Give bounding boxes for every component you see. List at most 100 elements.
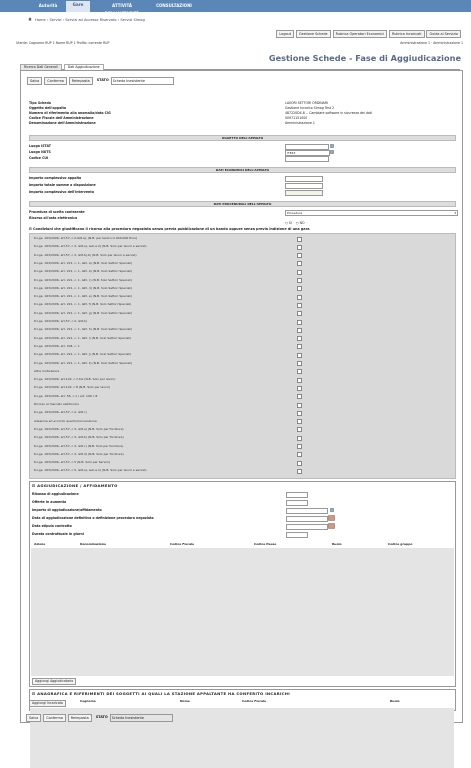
- condizione-checkbox[interactable]: [297, 336, 302, 342]
- add-aggiudicatario-button[interactable]: Aggiungi Aggiudicatario: [32, 678, 77, 685]
- add-incaricato-button[interactable]: Aggiungi Incaricato: [29, 700, 66, 707]
- condizione-checkbox[interactable]: [297, 385, 302, 391]
- col-header: Codice gruppo: [388, 542, 413, 546]
- guida-button[interactable]: Guida al Servizio: [426, 30, 461, 38]
- condizione-checkbox[interactable]: [297, 369, 302, 375]
- condizione-checkbox[interactable]: [297, 286, 302, 292]
- importo-aggiudicazione-input[interactable]: [286, 508, 328, 514]
- condizione-checkbox[interactable]: [297, 319, 302, 325]
- nav-tab-gare[interactable]: Gare: [66, 1, 90, 12]
- nav-tab-autorita[interactable]: Autorità: [34, 2, 62, 10]
- ribasso-input[interactable]: [286, 492, 308, 498]
- data-aggiudicazione-label: Data di aggiudicazione definitiva o defi…: [32, 516, 154, 520]
- top-navigation: Autorità Gare ATTIVITÀ DELL'AUTORITÀ CON…: [0, 0, 471, 16]
- stato-label: STATO: [95, 715, 108, 719]
- lookup-icon[interactable]: [330, 144, 334, 148]
- codice-cui-input[interactable]: [285, 156, 329, 162]
- condizione-checkbox[interactable]: [297, 435, 302, 441]
- condizione-checkbox[interactable]: [297, 327, 302, 333]
- condizione-checkbox[interactable]: [297, 269, 302, 275]
- asta-label: Ricorso all'asta elettronica: [29, 216, 78, 220]
- condizione-checkbox[interactable]: [297, 294, 302, 300]
- conferma-button[interactable]: Conferma: [43, 714, 66, 722]
- condizione-label: D.Lgs. 163/2006, art. 221, c. 1, lett. b…: [34, 269, 133, 274]
- nav-tab-attivita[interactable]: ATTIVITÀ DELL'AUTORITÀ: [96, 2, 148, 16]
- offerte-aumento-input[interactable]: [286, 500, 308, 506]
- rubrica-operatori-button[interactable]: Rubrica Operatori Economici: [332, 30, 388, 38]
- condizione-checkbox[interactable]: [297, 261, 302, 267]
- condizione-row: D.Lgs. 163/2006, art. 221, c. 1, lett. f…: [30, 302, 455, 308]
- gestione-schede-button[interactable]: Gestione Schede: [296, 30, 331, 38]
- condizione-row: D.Lgs. 163/2006, art.57, c.5 (N.B. Solo …: [30, 460, 455, 466]
- condizione-checkbox[interactable]: [297, 311, 302, 317]
- condizione-checkbox[interactable]: [297, 244, 302, 250]
- condizione-label: D.Lgs. 163/2006, art. 221, c. 1, lett. c…: [34, 277, 132, 282]
- condizione-row: D.Lgs. 163/2006, art.57, c.5, lett.a), s…: [30, 468, 455, 474]
- condizione-checkbox[interactable]: [297, 278, 302, 283]
- condizione-row: D.Lgs. 163/2006, art.122, c.7-bis (N.B. …: [30, 377, 455, 383]
- condizione-checkbox[interactable]: [297, 427, 302, 433]
- page-title: Gestione Schede - Fase di Aggiudicazione: [268, 53, 461, 63]
- importo-somme-input[interactable]: [285, 183, 323, 189]
- col-header: Azione: [34, 542, 46, 546]
- condizione-checkbox[interactable]: [297, 444, 302, 449]
- salva-button[interactable]: Salva: [26, 714, 42, 722]
- condizione-checkbox[interactable]: [297, 236, 302, 242]
- data-aggiudicazione-input[interactable]: [286, 516, 328, 522]
- reimposta-button[interactable]: Reimposta: [68, 77, 93, 85]
- condizione-checkbox[interactable]: [297, 468, 302, 474]
- asta-radio-no[interactable]: ○ NO: [296, 221, 305, 225]
- condizione-row: D.Lgs. 163/2006, art. 221, c. 1, lett. a…: [30, 261, 455, 267]
- condizione-row: D.Lgs. 163/2006, art. 221, c. 1, lett. g…: [30, 310, 455, 317]
- calculator-icon[interactable]: [330, 508, 334, 512]
- importo-intervento-input[interactable]: [285, 190, 323, 196]
- aggiudicazione-section: ⊟ AGGIUDICAZIONE / AFFIDAMENTO Ribasso d…: [29, 481, 456, 687]
- condizione-checkbox[interactable]: [297, 352, 302, 358]
- condizione-label: D.Lgs. 163/2006, art. 221, c. 1, lett. g…: [34, 310, 133, 315]
- condizione-checkbox[interactable]: [297, 452, 302, 458]
- condizione-checkbox[interactable]: [297, 419, 302, 425]
- info-label: Oggetto dell'appalto: [29, 106, 67, 110]
- condizione-checkbox[interactable]: [297, 460, 302, 466]
- nav-tab-consultazioni[interactable]: CONSULTAZIONI: [154, 2, 194, 10]
- incaricati-title-text: ANAGRAFICA E RIFERIMENTI DEI SOGGETTI AI…: [37, 691, 290, 696]
- condizione-label: D.Lgs. 163/2006, art.57, c.3, lett.b) (N…: [34, 435, 124, 440]
- action-bar-top: Salva Conferma Reimposta STATO Scheda In…: [27, 77, 174, 85]
- lookup-icon[interactable]: [330, 150, 334, 154]
- condizione-checkbox[interactable]: [297, 394, 302, 400]
- data-stipula-input[interactable]: [286, 524, 328, 530]
- aggiudicazione-title: ⊟ AGGIUDICAZIONE / AFFIDAMENTO: [32, 483, 118, 488]
- condizione-checkbox[interactable]: [297, 253, 302, 259]
- breadcrumb-riservato[interactable]: Servizi ad Accesso Riservato: [65, 18, 116, 22]
- breadcrumb-simog[interactable]: Servizi Simog: [120, 18, 144, 22]
- condizione-row: D.Lgs. 163/2006, art. 56, c.1 / art. 106…: [30, 394, 455, 400]
- reimposta-button[interactable]: Reimposta: [67, 714, 92, 722]
- calendar-icon[interactable]: [328, 523, 335, 529]
- condizione-row: D.Lgs. 163/2006, art. 204, c. 1: [30, 344, 455, 350]
- user-info: Utente: Cognome RUP 1 Nome RUP 1 Profilo…: [16, 41, 110, 45]
- asta-radio-group: ○ SI ○ NO: [285, 221, 304, 225]
- procedura-select[interactable]: Procedura ▾: [285, 210, 458, 216]
- condizione-checkbox[interactable]: [297, 402, 302, 408]
- asta-radio-si[interactable]: ○ SI: [285, 221, 292, 225]
- importo-appalto-input[interactable]: [285, 176, 323, 182]
- calendar-icon[interactable]: [328, 515, 335, 521]
- conferma-button[interactable]: Conferma: [44, 77, 67, 85]
- durata-input[interactable]: [286, 532, 308, 538]
- condizione-row: D.Lgs. 163/2006, art. 221, c. 1, lett. c…: [30, 278, 455, 283]
- col-header: Denominazione: [80, 542, 107, 546]
- condizione-label: Ricorso al mercato elettronico: [34, 402, 80, 406]
- condizione-checkbox[interactable]: [297, 344, 302, 350]
- col-header: Cognome: [80, 699, 96, 703]
- rubrica-incaricati-button[interactable]: Rubrica Incaricati: [389, 30, 425, 38]
- condizione-checkbox[interactable]: [297, 361, 302, 366]
- condizione-checkbox[interactable]: [297, 302, 302, 308]
- breadcrumb-servizi[interactable]: Servizi: [50, 18, 62, 22]
- logout-button[interactable]: Logout: [276, 30, 295, 38]
- salva-button[interactable]: Salva: [27, 77, 43, 85]
- stato-value: Scheda Inesistente: [109, 714, 173, 722]
- condizione-checkbox[interactable]: [297, 377, 302, 383]
- condizione-checkbox[interactable]: [297, 410, 302, 416]
- breadcrumb-home[interactable]: Home: [35, 18, 46, 22]
- condizione-row: D.Lgs. 163/2006, art. 221, c. 1, lett. d…: [30, 286, 455, 292]
